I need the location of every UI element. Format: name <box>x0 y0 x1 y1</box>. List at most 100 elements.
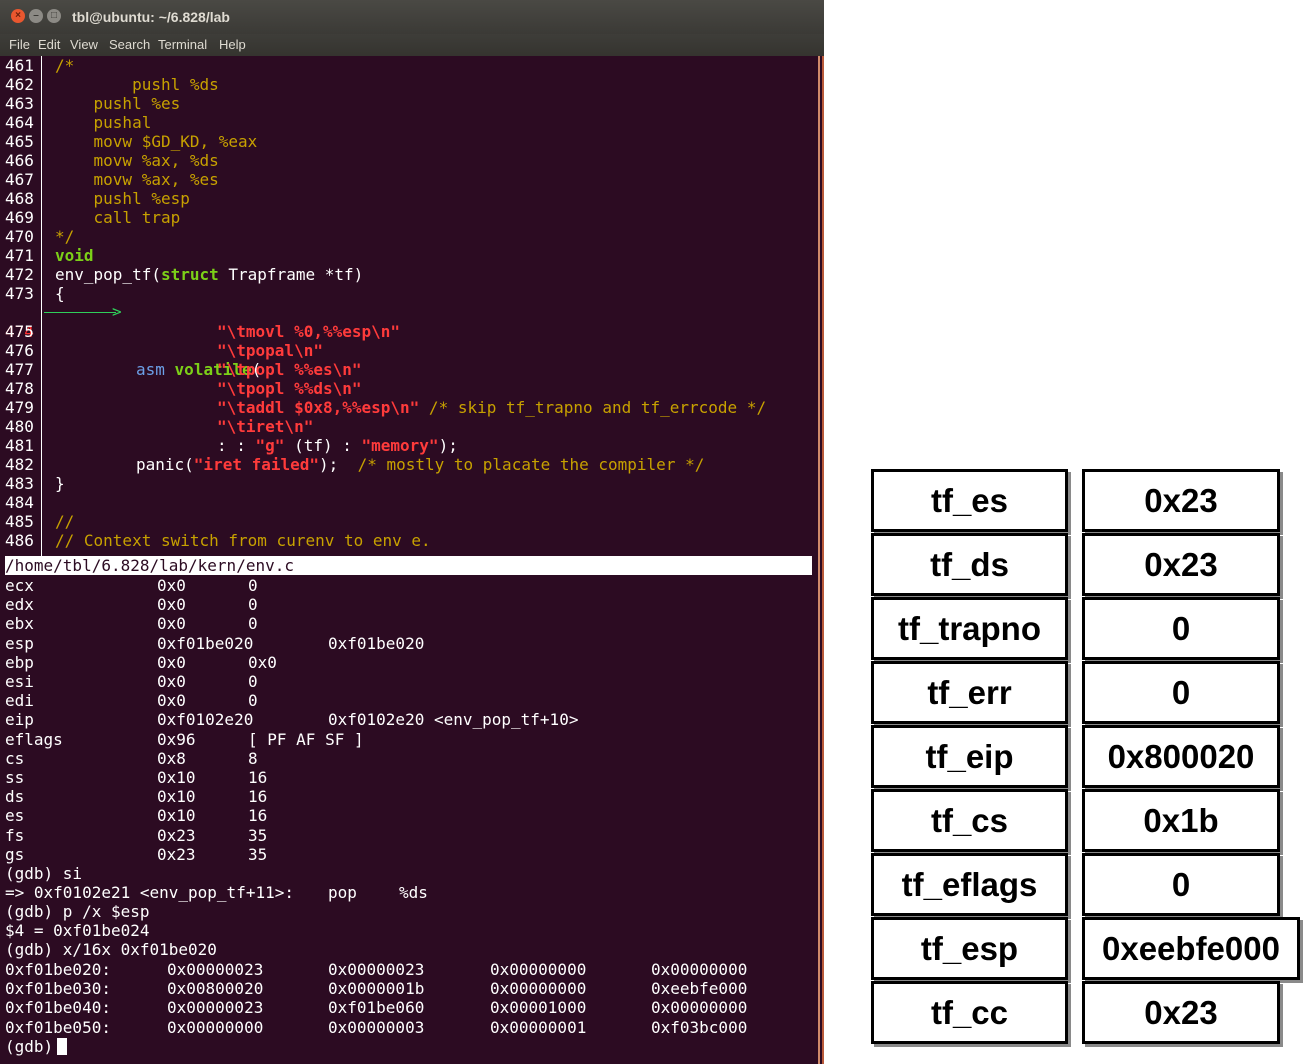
source-line: 486// Context switch from curenv to env … <box>5 531 431 550</box>
dump-word: 0x00000001 <box>490 1017 587 1037</box>
source-line: 467 movw %ax, %es <box>5 170 219 189</box>
register-natural: 0xf01be020 <box>328 633 425 653</box>
terminal-content[interactable]: 461/* 462 pushl %ds 463 pushl %es 464 pu… <box>0 56 824 1064</box>
source-line: 469 call trap <box>5 208 181 227</box>
menu-view[interactable]: View <box>70 37 98 52</box>
register-hex: 0x0 <box>157 691 186 711</box>
register-natural: 0 <box>248 576 258 595</box>
trapframe-field: tf_eip <box>871 725 1068 788</box>
register-hex: 0x10 <box>157 787 196 807</box>
dump-word: 0x00000023 <box>167 960 264 979</box>
source-line: 461/* <box>5 56 75 75</box>
register-hex: 0x0 <box>157 614 186 634</box>
trapframe-field: tf_cc <box>871 981 1068 1044</box>
register-natural: 0x0 <box>248 652 277 672</box>
register-hex: 0x0 <box>157 672 186 691</box>
trapframe-value: 0x23 <box>1082 533 1280 596</box>
dump-word: 0x0000001b <box>328 979 425 999</box>
source-line: 477 "\tpopl %%es\n" <box>5 360 362 379</box>
register-natural: 0 <box>248 691 258 711</box>
menu-file[interactable]: File <box>9 37 30 52</box>
source-line: 465 movw $GD_KD, %eax <box>5 132 258 151</box>
dump-word: 0x00000000 <box>490 960 587 979</box>
maximize-icon[interactable]: □ <box>47 9 61 23</box>
minimize-icon[interactable]: – <box>29 9 43 23</box>
source-line: 466 movw %ax, %ds <box>5 151 219 170</box>
dump-word: 0x00000023 <box>167 998 264 1018</box>
terminal-window[interactable]: × – □ tbl@ubuntu: ~/6.828/lab File Edit … <box>0 0 824 1064</box>
register-name: ebp <box>5 652 34 672</box>
register-natural: 35 <box>248 825 268 845</box>
trapframe-value: 0x23 <box>1082 469 1280 532</box>
menu-terminal[interactable]: Terminal <box>158 37 207 52</box>
gdb-command: (gdb) x/16x 0xf01be020 <box>5 940 217 959</box>
register-hex: 0x10 <box>157 768 196 787</box>
dump-word: 0xeebfe000 <box>651 979 748 999</box>
register-hex: 0x0 <box>157 595 186 615</box>
source-line: 473{ <box>5 284 65 303</box>
text-cursor <box>57 1038 68 1055</box>
register-name: edx <box>5 595 34 615</box>
trapframe-field: tf_cs <box>871 789 1068 852</box>
register-name: esp <box>5 633 34 653</box>
register-hex: 0xf0102e20 <box>157 710 254 730</box>
trapframe-field: tf_trapno <box>871 597 1068 660</box>
title-bar[interactable]: × – □ tbl@ubuntu: ~/6.828/lab <box>0 0 824 34</box>
source-line: 471 void <box>5 246 94 265</box>
dump-word: 0x00001000 <box>490 998 587 1018</box>
register-name: gs <box>5 844 25 864</box>
source-line: 476 "\tpopal\n" <box>5 341 323 360</box>
source-line: 472 env_pop_tf(struct Trapframe *tf) <box>5 265 364 284</box>
dump-address: 0xf01be050: <box>5 1017 111 1037</box>
source-line: 481: : "g" (tf) : "memory"); <box>5 436 458 455</box>
register-hex: 0x0 <box>157 576 186 595</box>
register-natural: 35 <box>248 844 268 864</box>
dump-word: 0x00000000 <box>651 998 748 1018</box>
register-hex: 0x10 <box>157 806 196 826</box>
register-name: cs <box>5 748 25 768</box>
dump-word: 0x00000000 <box>167 1017 264 1037</box>
gdb-command: (gdb) si <box>5 864 83 883</box>
dump-address: 0xf01be030: <box>5 979 111 999</box>
trapframe-field: tf_err <box>871 661 1068 724</box>
dump-address: 0xf01be020: <box>5 960 111 979</box>
register-natural: [ PF AF SF ] <box>248 729 364 749</box>
trapframe-value: 0 <box>1082 853 1280 916</box>
trapframe-value: 0x23 <box>1082 981 1280 1044</box>
menu-help[interactable]: Help <box>219 37 246 52</box>
dump-word: 0x00800020 <box>167 979 264 999</box>
register-natural: 0 <box>248 672 258 691</box>
register-natural: 16 <box>248 787 268 807</box>
menu-edit[interactable]: Edit <box>38 37 60 52</box>
register-natural: 8 <box>248 748 258 768</box>
trapframe-field: tf_esp <box>871 917 1068 980</box>
dump-address: 0xf01be040: <box>5 998 111 1018</box>
source-line: 475 "\tmovl %0,%%esp\n" <box>5 322 401 341</box>
source-line: 463 pushl %es <box>5 94 181 113</box>
register-name: es <box>5 806 25 826</box>
gdb-output: $4 = 0xf01be024 <box>5 921 150 940</box>
source-line: 462 pushl %ds <box>5 75 219 94</box>
trapframe-value: 0 <box>1082 597 1280 660</box>
register-name: ebx <box>5 614 34 634</box>
gdb-prompt[interactable]: (gdb) <box>5 1037 68 1056</box>
register-hex: 0xf01be020 <box>157 633 254 653</box>
register-natural: 0 <box>248 614 258 634</box>
register-hex: 0x96 <box>157 729 196 749</box>
arrow-right-icon: > <box>112 302 122 321</box>
source-line: 478 "\tpopl %%ds\n" <box>5 379 362 398</box>
source-line: 479 "\taddl $0x8,%%esp\n" /* skip tf_trap… <box>5 398 767 417</box>
current-line-arrow <box>44 312 116 313</box>
trapframe-field: tf_eflags <box>871 853 1068 916</box>
source-line: 470 */ <box>5 227 75 246</box>
dump-word: 0xf01be060 <box>328 998 425 1018</box>
dump-word: 0x00000003 <box>328 1017 425 1037</box>
menu-bar: File Edit View Search Terminal Help <box>0 34 824 56</box>
register-name: ds <box>5 787 25 807</box>
register-hex: 0x23 <box>157 844 196 864</box>
register-hex: 0x23 <box>157 825 196 845</box>
menu-search[interactable]: Search <box>109 37 150 52</box>
register-natural: 16 <box>248 806 268 826</box>
close-icon[interactable]: × <box>11 9 25 23</box>
register-name: fs <box>5 825 25 845</box>
